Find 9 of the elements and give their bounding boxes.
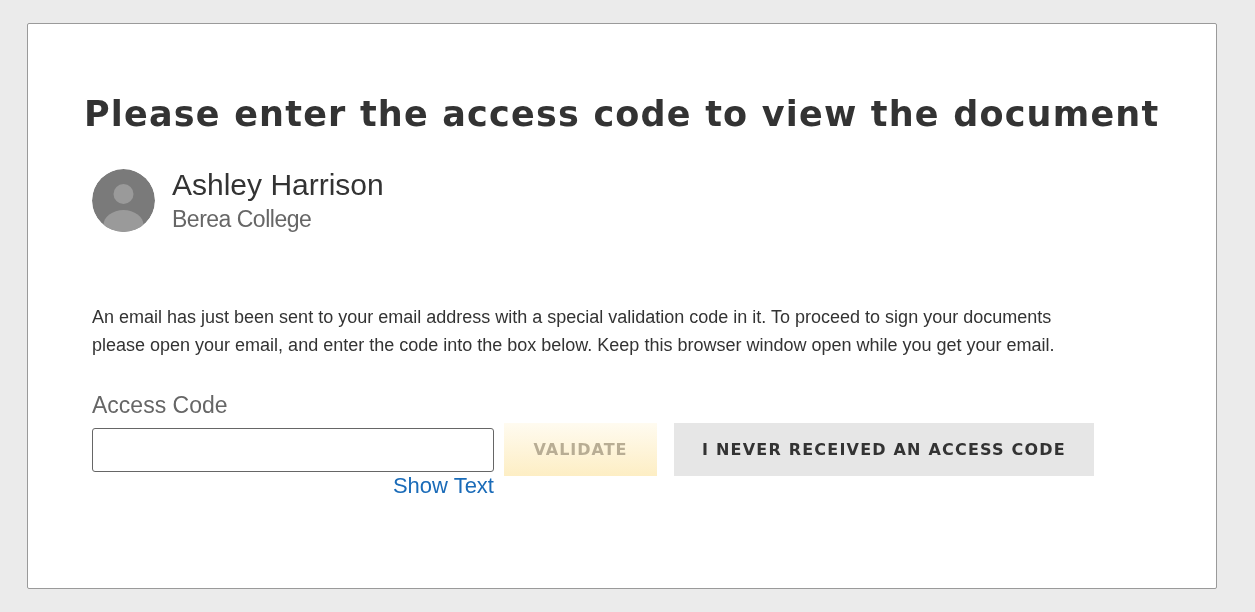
access-code-field[interactable] <box>92 428 494 472</box>
avatar-icon <box>92 169 155 232</box>
no-code-button[interactable]: I NEVER RECEIVED AN ACCESS CODE <box>674 423 1094 476</box>
sender-organization: Berea College <box>172 206 313 233</box>
show-text-link[interactable]: Show Text <box>392 473 494 499</box>
sender-name: Ashley Harrison <box>172 168 384 202</box>
field-label: Access Code <box>92 392 229 419</box>
instruction-text: An email has just been sent to your email address with a special validation code in it. To proceed to sign your documents please open your email, and enter the code into the box below. Keep this browser window open while you get your email. <box>92 306 1056 357</box>
page-title: Please enter the access code to view the document <box>84 94 1161 134</box>
